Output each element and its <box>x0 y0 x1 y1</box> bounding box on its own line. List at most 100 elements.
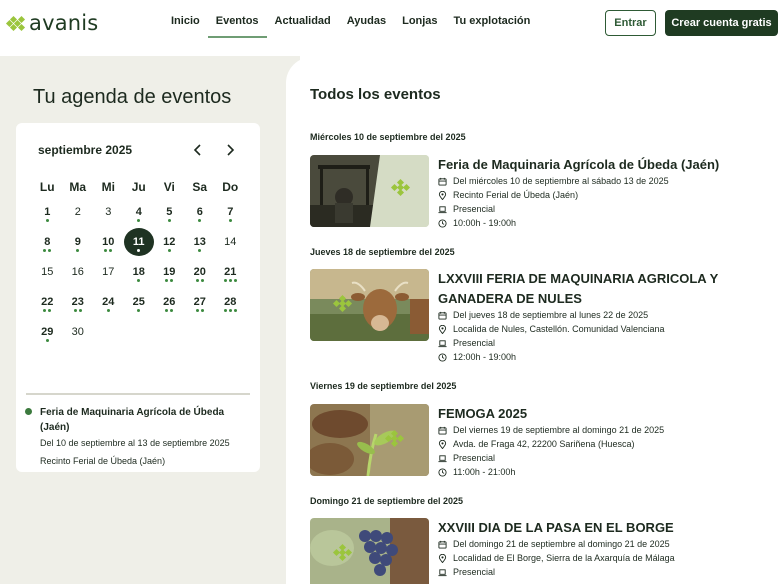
calendar-day[interactable]: 9 <box>63 227 94 257</box>
calendar-day[interactable]: 20 <box>185 257 216 287</box>
calendar-day[interactable]: 18 <box>124 257 155 287</box>
calendar-day[interactable]: 28 <box>215 287 246 317</box>
calendar-day[interactable]: 15 <box>32 257 63 287</box>
event-dot <box>48 249 52 252</box>
event-place-line: Localidad de El Borge, Sierra de la Axar… <box>438 553 675 563</box>
calendar-day[interactable]: 4 <box>124 197 155 227</box>
calendar-day[interactable]: 14 <box>215 227 246 257</box>
location-pin-icon <box>438 190 447 200</box>
event-dot <box>233 309 237 312</box>
calendar-day[interactable]: 3 <box>93 197 124 227</box>
event-title[interactable]: XXVIII DIA DE LA PASA EN EL BORGE <box>438 518 748 538</box>
event-time: 11:00h - 21:00h <box>453 467 516 477</box>
signup-button[interactable]: Crear cuenta gratis <box>665 10 778 36</box>
calendar-day-number: 28 <box>224 296 237 308</box>
calendar-day-number: 1 <box>44 206 51 218</box>
nav-inicio[interactable]: Inicio <box>163 0 208 38</box>
calendar-day[interactable]: 19 <box>154 257 185 287</box>
event-dot <box>106 309 110 312</box>
event-dots <box>215 219 246 222</box>
calendar-day-number: 7 <box>227 206 234 218</box>
events-heading: Todos los eventos <box>310 86 441 103</box>
calendar-day[interactable]: 23 <box>63 287 94 317</box>
calendar-divider <box>26 393 250 395</box>
calendar-month-label: septiembre 2025 <box>38 143 133 157</box>
nav-actualidad[interactable]: Actualidad <box>267 0 339 38</box>
event-title[interactable]: FEMOGA 2025 <box>438 404 748 424</box>
calendar-day-number: 12 <box>163 236 176 248</box>
event-mode: Presencial <box>453 204 496 214</box>
event-dates-line: Del viernes 19 de septiembre al domingo … <box>438 425 664 435</box>
calendar-day[interactable]: 22 <box>32 287 63 317</box>
calendar-day-number: 16 <box>71 266 84 278</box>
event-dots <box>185 279 216 282</box>
calendar-day[interactable]: 16 <box>63 257 94 287</box>
selected-event-title[interactable]: Feria de Maquinaria Agrícola de Úbeda (J… <box>40 405 240 435</box>
event-dates-line: Del miércoles 10 de septiembre al sábado… <box>438 176 669 186</box>
chevron-right-icon[interactable] <box>225 144 235 157</box>
calendar-day-today[interactable]: 11 <box>123 227 155 257</box>
event-dots <box>124 249 155 252</box>
calendar-day-number: 5 <box>166 206 173 218</box>
calendar-day[interactable]: 10 <box>93 227 124 257</box>
event-dot <box>45 219 49 222</box>
login-button[interactable]: Entrar <box>605 10 656 36</box>
event-time: 12:00h - 19:00h <box>453 352 517 362</box>
event-image-seedling[interactable] <box>310 404 429 476</box>
nav-eventos[interactable]: Eventos <box>207 0 267 38</box>
event-mode: Presencial <box>453 338 496 348</box>
agenda-panel: Tu agenda de eventos septiembre 2025 Lu … <box>0 56 300 584</box>
calendar-day-number: 3 <box>105 206 112 218</box>
calendar-day[interactable]: 13 <box>185 227 216 257</box>
calendar-day-number: 21 <box>224 266 237 278</box>
event-dot <box>167 219 171 222</box>
calendar-day-number: 25 <box>132 296 145 308</box>
event-dots <box>185 309 216 312</box>
calendar-icon <box>438 311 447 320</box>
laptop-icon <box>438 339 447 347</box>
event-image-grapes[interactable] <box>310 518 429 584</box>
chevron-left-icon[interactable] <box>193 144 203 157</box>
weekday: Ju <box>131 180 146 194</box>
calendar-day-number: 30 <box>71 326 84 338</box>
clock-icon <box>438 352 447 362</box>
nav-tu-explotacion[interactable]: Tu explotación <box>446 0 539 38</box>
event-image-cow[interactable] <box>310 269 429 341</box>
calendar-day[interactable]: 26 <box>154 287 185 317</box>
event-place-line: Localida de Nules, Castellón. Comunidad … <box>438 324 664 334</box>
calendar-day-number: 18 <box>132 266 145 278</box>
calendar-day[interactable]: 6 <box>185 197 216 227</box>
event-dot <box>73 309 77 312</box>
event-dots <box>93 249 124 252</box>
calendar-day[interactable]: 30 <box>63 317 94 347</box>
calendar-day[interactable]: 17 <box>93 257 124 287</box>
event-title[interactable]: LXXVIII FERIA DE MAQUINARIA AGRICOLA Y G… <box>438 269 748 309</box>
event-dot <box>170 309 174 312</box>
event-time-line: 11:00h - 21:00h <box>438 467 515 477</box>
calendar-day[interactable]: 29 <box>32 317 63 347</box>
calendar-day[interactable]: 2 <box>63 197 94 227</box>
calendar-day[interactable]: 5 <box>154 197 185 227</box>
event-dot <box>45 339 49 342</box>
nav-ayudas[interactable]: Ayudas <box>339 0 394 38</box>
event-dates: Del viernes 19 de septiembre al domingo … <box>453 425 665 435</box>
event-dots <box>63 309 94 312</box>
calendar-day[interactable]: 25 <box>124 287 155 317</box>
event-dots <box>32 339 63 342</box>
laptop-icon <box>438 568 447 576</box>
event-place: Recinto Ferial de Úbeda (Jaén) <box>453 190 579 200</box>
event-title[interactable]: Feria de Maquinaria Agrícola de Úbeda (J… <box>438 155 748 175</box>
calendar-day[interactable]: 7 <box>215 197 246 227</box>
calendar-day[interactable]: 24 <box>93 287 124 317</box>
calendar-day-number: 15 <box>41 266 54 278</box>
event-image-tractor[interactable] <box>310 155 429 227</box>
event-place-line: Recinto Ferial de Úbeda (Jaén) <box>438 190 578 200</box>
nav-lonjas[interactable]: Lonjas <box>394 0 445 38</box>
calendar-day[interactable]: 12 <box>154 227 185 257</box>
calendar-day[interactable]: 1 <box>32 197 63 227</box>
calendar-day[interactable]: 21 <box>215 257 246 287</box>
calendar-day-number: 9 <box>74 236 81 248</box>
calendar-day[interactable]: 8 <box>32 227 63 257</box>
avanis-logo[interactable]: avanis <box>5 11 98 35</box>
calendar-day[interactable]: 27 <box>185 287 216 317</box>
